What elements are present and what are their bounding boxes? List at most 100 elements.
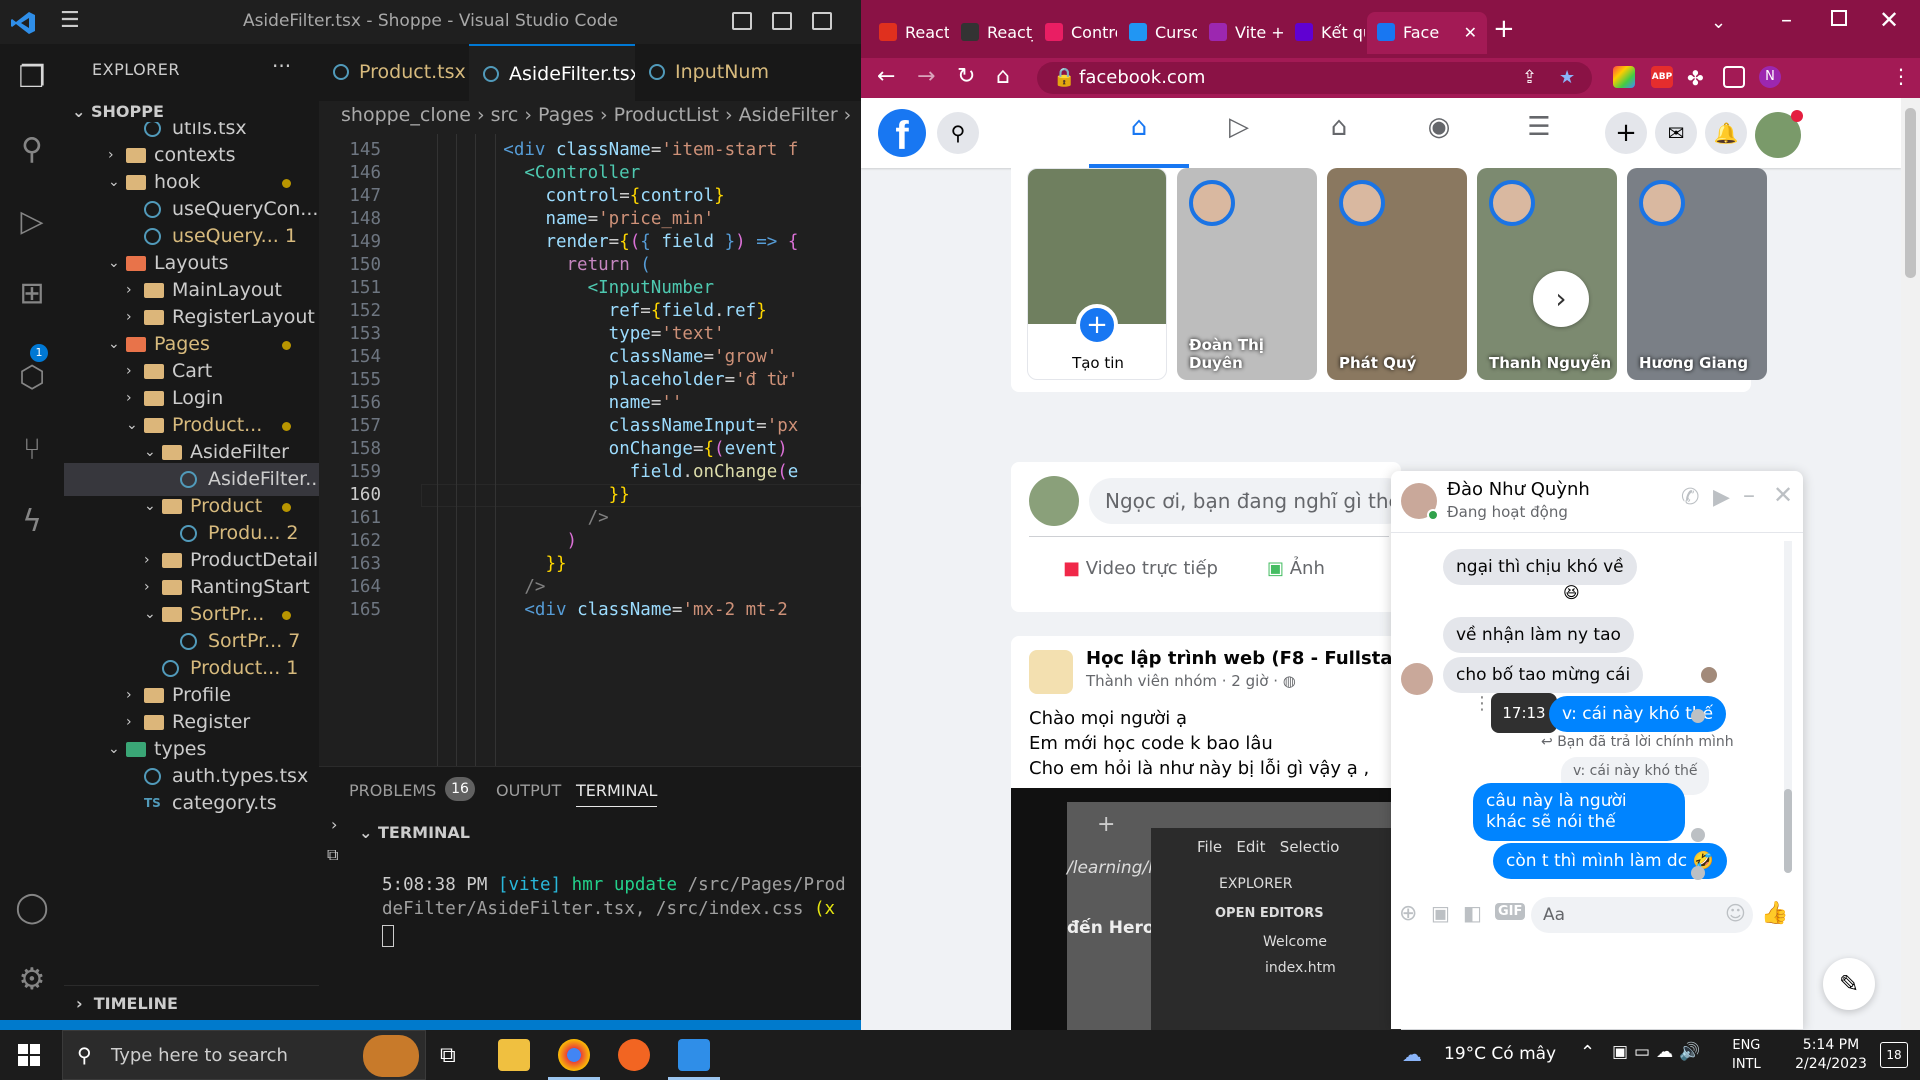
terminal-header[interactable]: ⌄ TERMINAL: [359, 823, 470, 842]
more-actions-icon[interactable]: ···: [272, 54, 291, 78]
tray-icons[interactable]: ▣▭☁🔊: [1612, 1042, 1706, 1062]
new-tab-button[interactable]: +: [1493, 14, 1515, 44]
terminal-split-icon[interactable]: ⧉: [327, 845, 338, 865]
browser-tab[interactable]: Controll: [1035, 12, 1117, 54]
run-debug-icon[interactable]: ▷: [10, 200, 54, 244]
gif-icon[interactable]: GIF: [1495, 903, 1526, 920]
side-panel-icon[interactable]: [1723, 66, 1745, 88]
code-line[interactable]: 159 field.onChange(e: [319, 461, 861, 484]
group-avatar[interactable]: [1029, 650, 1073, 694]
tree-item[interactable]: TS category.ts: [64, 787, 319, 820]
toggle-secondary-sidebar-icon[interactable]: [812, 12, 832, 30]
story-card[interactable]: + Tạo tin: [1027, 168, 1167, 380]
browser-tab[interactable]: ReactJs: [951, 12, 1033, 54]
browser-tab[interactable]: Kết quả: [1285, 12, 1365, 54]
search-icon[interactable]: ⚲: [10, 128, 54, 172]
code-line[interactable]: 164 />: [319, 576, 861, 599]
story-card[interactable]: Hương Giang: [1627, 168, 1767, 380]
adblock-plus-icon[interactable]: ABP: [1651, 66, 1673, 88]
minimize-chat-icon[interactable]: –: [1743, 481, 1755, 509]
fb-marketplace-icon[interactable]: ⌂: [1317, 112, 1361, 152]
forward-arrow-icon[interactable]: →: [917, 64, 935, 89]
chat-message-input[interactable]: Aa: [1531, 897, 1753, 933]
browser-tab[interactable]: ReactJs: [869, 12, 949, 54]
address-bar[interactable]: 🔒 facebook.com ⇪ ★: [1037, 62, 1592, 94]
bookmark-star-icon[interactable]: ★: [1559, 62, 1575, 94]
code-line[interactable]: 162 ): [319, 530, 861, 553]
tab-output[interactable]: OUTPUT: [496, 781, 561, 800]
notification-center-icon[interactable]: 18: [1880, 1042, 1908, 1068]
message-incoming[interactable]: cho bố tao mừng cái: [1443, 657, 1644, 693]
live-video-button[interactable]: ■ Video trực tiếp: [1063, 558, 1218, 579]
code-line[interactable]: 155 placeholder='đ từ': [319, 369, 861, 392]
code-line[interactable]: 147 control={control}: [319, 185, 861, 208]
chrome-taskbar-icon[interactable]: [558, 1039, 590, 1071]
task-view-icon[interactable]: ⧉: [440, 1043, 456, 1068]
fb-notifications-bell-icon[interactable]: 🔔: [1705, 112, 1747, 154]
extensions-puzzle-icon[interactable]: ✤: [1687, 66, 1709, 90]
extensions-icon[interactable]: ⊞: [10, 272, 54, 316]
weather-cloud-icon[interactable]: ☁: [1402, 1042, 1422, 1066]
emoji-icon[interactable]: ☺: [1725, 901, 1746, 925]
code-line[interactable]: 152 ref={field.ref}: [319, 300, 861, 323]
breadcrumb[interactable]: shoppe_clone › src › Pages › ProductList…: [341, 104, 851, 126]
post-image[interactable]: + /learning/htm đến Hero File Edit Selec…: [1011, 788, 1401, 1030]
tab-search-icon[interactable]: ⌄: [1711, 12, 1726, 33]
new-message-icon[interactable]: ✎: [1823, 958, 1875, 1010]
settings-gear-icon[interactable]: ⚙: [10, 958, 54, 1002]
code-line[interactable]: 151 <InputNumber: [319, 277, 861, 300]
page-scroll-thumb[interactable]: [1905, 108, 1916, 278]
taskbar-search[interactable]: ⚲ Type here to search: [62, 1030, 426, 1080]
code-line[interactable]: 149 render={({ field }) => {: [319, 231, 861, 254]
chevron-right-icon[interactable]: ›: [331, 815, 337, 834]
browser-tab[interactable]: Face ✕: [1367, 12, 1487, 54]
create-story-plus-icon[interactable]: +: [1076, 304, 1118, 346]
home-icon[interactable]: ⌂: [996, 64, 1010, 89]
timeline-section[interactable]: › TIMELINE: [64, 985, 319, 1020]
share-icon[interactable]: ⇪: [1522, 62, 1537, 94]
close-chat-icon[interactable]: ✕: [1773, 481, 1793, 509]
composer-input[interactable]: Ngọc ơi, bạn đang nghĩ gì thế: [1089, 478, 1409, 524]
message-incoming[interactable]: về nhận làm ny tao: [1443, 617, 1634, 653]
close-tab-icon[interactable]: ✕: [1464, 12, 1477, 54]
like-thumb-icon[interactable]: 👍: [1761, 901, 1788, 926]
browser-tab[interactable]: Cursor: [1119, 12, 1197, 54]
weather-text[interactable]: 19°C Có mây: [1444, 1044, 1556, 1064]
input-language[interactable]: ENG INTL: [1732, 1036, 1761, 1074]
photo-button[interactable]: ▣ Ảnh: [1267, 558, 1325, 579]
fb-menu-icon[interactable]: ☰: [1517, 112, 1561, 152]
code-line[interactable]: 148 name='price_min': [319, 208, 861, 231]
editor-tab[interactable]: AsideFilter.tsx ✕: [469, 44, 635, 101]
profile-avatar[interactable]: N: [1759, 66, 1781, 88]
tab-terminal[interactable]: TERMINAL: [576, 781, 658, 807]
chat-scroll-thumb[interactable]: [1784, 789, 1792, 873]
explorer-icon[interactable]: ❐: [10, 56, 54, 100]
fb-create-icon[interactable]: +: [1605, 112, 1647, 154]
story-card[interactable]: Phát Quý: [1327, 168, 1467, 380]
minimize-button[interactable]: –: [1781, 8, 1792, 33]
code-line[interactable]: 163 }}: [319, 553, 861, 576]
call-icon[interactable]: ✆: [1681, 485, 1699, 510]
toggle-sidebar-icon[interactable]: [732, 12, 752, 30]
browser-tab[interactable]: Vite + R: [1199, 12, 1283, 54]
fb-home-icon[interactable]: ⌂: [1117, 112, 1161, 152]
maximize-button[interactable]: [1831, 10, 1847, 26]
remote-explorer-icon[interactable]: ⬡: [10, 356, 54, 400]
chrome-menu-icon[interactable]: ⋮: [1891, 64, 1911, 88]
message-outgoing[interactable]: câu này là người khác sẽ nói thế: [1473, 783, 1685, 841]
sticker-icon[interactable]: ◧: [1463, 901, 1482, 925]
code-line[interactable]: 153 type='text': [319, 323, 861, 346]
tab-problems[interactable]: PROBLEMS: [349, 781, 436, 800]
workspace-root[interactable]: ⌄ SHOPPE: [72, 102, 164, 121]
editor-tab[interactable]: InputNum: [635, 44, 861, 101]
close-window-button[interactable]: ✕: [1879, 6, 1899, 34]
editor-tab[interactable]: Product.tsx 2: [319, 44, 469, 101]
code-line[interactable]: 161 />: [319, 507, 861, 530]
tray-chevron-icon[interactable]: ⌃: [1580, 1042, 1595, 1063]
windows-start-icon[interactable]: [18, 1044, 40, 1066]
thunder-client-icon[interactable]: ϟ: [10, 500, 54, 544]
back-arrow-icon[interactable]: ←: [877, 64, 895, 89]
code-view[interactable]: 144 <form className='mt-2' onSubmi145 <d…: [319, 134, 861, 766]
code-line[interactable]: 165 <div className='mx-2 mt-2: [319, 599, 861, 622]
code-line[interactable]: 154 className='grow': [319, 346, 861, 369]
